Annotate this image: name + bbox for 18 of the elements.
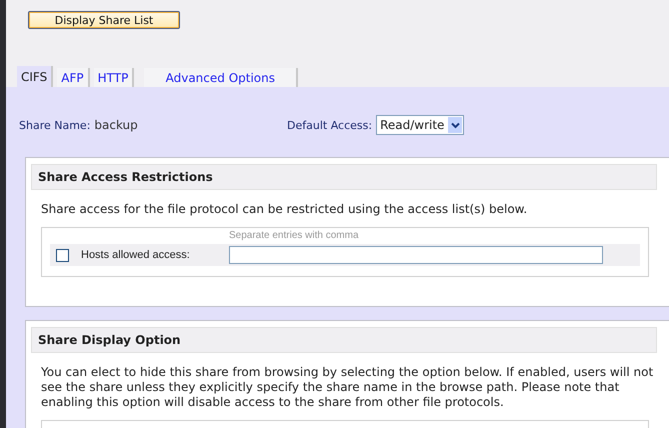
share-name-label: Share Name: xyxy=(19,118,90,132)
share-name-value: backup xyxy=(94,118,138,132)
checkbox[interactable] xyxy=(56,248,69,262)
display-share-list-button[interactable]: Display Share List xyxy=(28,11,180,29)
hint-text: Separate entries with comma xyxy=(228,230,360,243)
tab[interactable]: CIFS xyxy=(17,66,54,87)
default-access-label: Default Access: xyxy=(287,118,372,132)
section-description: Share access for the file protocol can be restricted using the access list(s) below. xyxy=(40,201,528,218)
tab[interactable]: Advanced Options xyxy=(144,68,298,87)
section-description: You can elect to hide this share from browsing by selecting the option below. If enabled, users will not see the share unless they explicitly specify the share name in the browse path. Please note that enabling this option will disable access to the share from other file protocols. xyxy=(40,364,654,411)
chevron-down-icon xyxy=(450,122,460,128)
tab[interactable]: AFP xyxy=(57,68,90,87)
hosts-input-field[interactable] xyxy=(229,246,603,264)
default-access-dropdown[interactable]: Read/write xyxy=(376,115,464,135)
section-title: Share Display Option xyxy=(31,327,657,353)
option-label: Hosts allowed access: xyxy=(81,249,191,261)
section-title: Share Access Restrictions xyxy=(31,164,657,190)
tab[interactable]: HTTP xyxy=(94,68,134,87)
